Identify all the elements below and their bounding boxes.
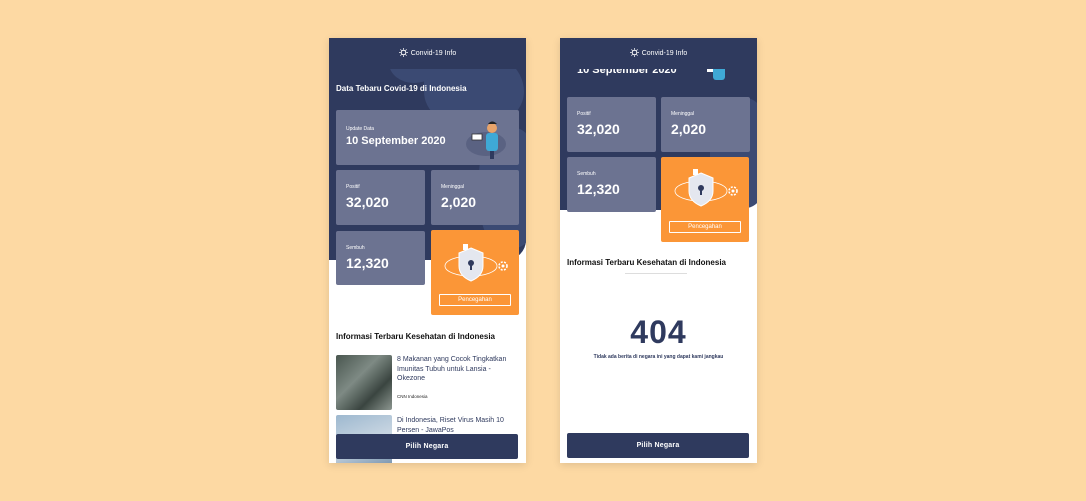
app-bar: Convid-19 Info: [560, 38, 757, 69]
shield-icon: [673, 167, 739, 214]
news-source: CNN Indonesia: [397, 394, 428, 399]
positive-label: Positif: [577, 111, 591, 117]
positive-value: 32,020: [346, 194, 389, 210]
prevention-button[interactable]: Pencegahan: [669, 221, 741, 233]
death-value: 2,020: [441, 194, 477, 210]
shield-icon: [443, 242, 509, 289]
error-code: 404: [630, 314, 687, 350]
recovered-card: Sembuh 12,320: [567, 157, 656, 212]
choose-country-button[interactable]: Pilih Negara: [336, 434, 518, 459]
virus-icon: [629, 48, 639, 59]
app-title: Convid-19 Info: [641, 50, 688, 57]
hero-title: Data Tebaru Covid-19 di Indonesia: [336, 84, 467, 93]
recovered-label: Sembuh: [346, 245, 365, 251]
phone-screen-home: Convid-19 Info Data Tebaru Covid-19 di I…: [329, 38, 526, 463]
death-label: Meninggal: [671, 111, 695, 117]
news-title[interactable]: Di Indonesia, Riset Virus Masih 10 Perse…: [397, 416, 517, 435]
positive-card: Positif 32,020: [336, 170, 425, 225]
prevention-button[interactable]: Pencegahan: [439, 294, 511, 306]
app-title: Convid-19 Info: [410, 50, 457, 57]
death-label: Meninggal: [441, 184, 465, 190]
update-date: 10 September 2020: [346, 135, 446, 147]
error-message: Tidak ada berita di negara ini yang dapa…: [593, 354, 724, 360]
recovered-value: 12,320: [577, 181, 620, 197]
death-value: 2,020: [671, 121, 707, 137]
phone-screen-empty: 10 September 2020 Convid-19 Info Positif…: [560, 38, 757, 463]
recovered-card: Sembuh 12,320: [336, 231, 425, 285]
news-section-title: Informasi Terbaru Kesehatan di Indonesia: [336, 332, 495, 341]
prevention-card: Pencegahan: [661, 157, 749, 242]
update-card: Update Data 10 September 2020: [336, 110, 519, 165]
update-label: Update Data: [346, 126, 375, 132]
death-card: Meninggal 2,020: [431, 170, 519, 225]
recovered-label: Sembuh: [577, 171, 596, 177]
death-card: Meninggal 2,020: [661, 97, 750, 152]
news-thumbnail[interactable]: [336, 355, 392, 410]
app-bar: Convid-19 Info: [329, 38, 526, 69]
news-section-title: Informasi Terbaru Kesehatan di Indonesia: [567, 258, 726, 267]
news-title[interactable]: 8 Makanan yang Cocok Tingkatkan Imunitas…: [397, 355, 517, 384]
recovered-value: 12,320: [346, 255, 389, 271]
positive-value: 32,020: [577, 121, 620, 137]
positive-card: Positif 32,020: [567, 97, 656, 152]
virus-icon: [398, 48, 408, 59]
divider: [625, 273, 687, 274]
positive-label: Positif: [346, 184, 360, 190]
choose-country-button[interactable]: Pilih Negara: [567, 433, 749, 458]
doctor-illustration-icon: [464, 116, 512, 165]
prevention-card: Pencegahan: [431, 230, 519, 315]
